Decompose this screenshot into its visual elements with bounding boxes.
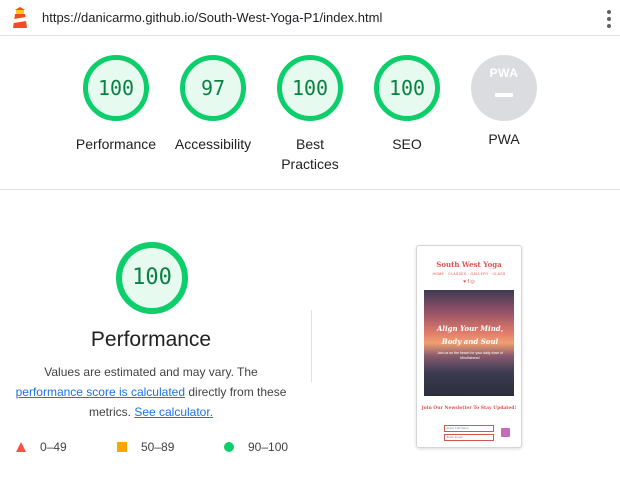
final-screenshot-thumbnail[interactable]: South West Yoga HOME · CLASSES · GALLERY… [416, 245, 522, 448]
lighthouse-logo-icon [13, 7, 27, 28]
performance-score-ring: 100 [116, 242, 188, 314]
gauge-label: SEO [392, 136, 422, 152]
gauge-label: Performance [75, 136, 157, 152]
score-value: 100 [97, 76, 135, 100]
performance-score: 100 [132, 265, 172, 290]
hero-subtext: Join us on the beach for your daily dose… [437, 351, 503, 360]
hero-image: Align Your Mind, Body and Soul Join us o… [424, 290, 514, 396]
gauge-label: Best Practices [281, 136, 339, 172]
site-title: South West Yoga [436, 260, 502, 269]
newsletter-heading: Join Our Newsletter To Stay Updated! [421, 406, 517, 411]
gauge-best-practices[interactable]: 100 Best Practices [260, 55, 360, 174]
pwa-badge-icon: PWA [471, 55, 537, 121]
score-calculated-link[interactable]: performance score is calculated [16, 385, 185, 399]
legend-range: 50–89 [141, 440, 175, 454]
site-nav: HOME · CLASSES · GALLERY · CLASS [432, 272, 506, 276]
gauge-performance[interactable]: 100 Performance [66, 55, 166, 154]
gauge-label: PWA [488, 131, 520, 147]
fail-triangle-icon [16, 442, 26, 452]
gauge-label: Accessibility [174, 136, 252, 152]
section-divider [0, 189, 620, 190]
top-bar: https://danicarmo.github.io/South-West-Y… [0, 0, 620, 36]
hero-heading: Align Your Mind, Body and Soul [436, 324, 504, 346]
performance-title: Performance [90, 328, 212, 351]
performance-description: Values are estimated and may vary. The p… [10, 362, 292, 422]
social-icons: ♥ f ◎ [463, 279, 475, 285]
gauge-seo[interactable]: 100 SEO [357, 55, 457, 154]
gauge-pwa[interactable]: PWA PWA [454, 55, 554, 149]
report-url[interactable]: https://danicarmo.github.io/South-West-Y… [42, 10, 382, 25]
legend-range: 0–49 [40, 440, 67, 454]
score-value: 100 [291, 76, 329, 100]
desc-prefix: Values are estimated and may vary. The [44, 365, 258, 379]
see-calculator-link[interactable]: See calculator. [134, 405, 213, 419]
score-ring: 100 [277, 55, 343, 121]
email-field: Enter Email [444, 434, 494, 441]
score-value: 100 [388, 76, 426, 100]
score-ring: 97 [180, 55, 246, 121]
score-value: 97 [200, 76, 226, 100]
pass-circle-icon [224, 442, 234, 452]
name-field: Enter Full Name [444, 425, 494, 432]
pwa-badge-text: PWA [489, 66, 519, 80]
score-ring: 100 [374, 55, 440, 121]
legend-range: 90–100 [248, 440, 289, 454]
vertical-divider [311, 310, 312, 382]
pwa-dash [495, 93, 513, 97]
scores-summary: 100 Performance 97 Accessibility 100 Bes… [0, 37, 620, 189]
score-ring: 100 [83, 55, 149, 121]
average-square-icon [117, 442, 127, 452]
kebab-menu-icon[interactable] [606, 10, 612, 28]
gauge-accessibility[interactable]: 97 Accessibility [163, 55, 263, 154]
submit-button [501, 428, 510, 437]
